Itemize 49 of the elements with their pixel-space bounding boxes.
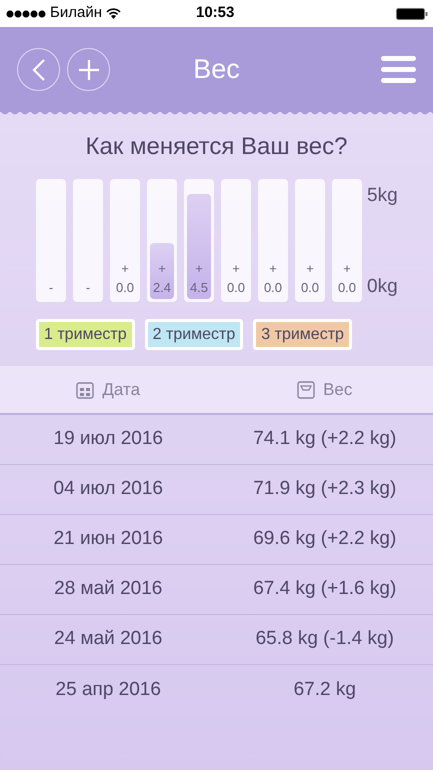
back-button[interactable] <box>17 48 60 91</box>
value-label: - <box>48 279 54 297</box>
calendar-icon <box>76 380 94 398</box>
column-header: Дата <box>102 378 140 401</box>
value-sign: + <box>195 260 203 278</box>
back-icon <box>32 58 46 82</box>
table-cell-text: 65.8 kg (-1.4 kg) <box>254 627 395 652</box>
table-cell-text: 67.2 kg <box>292 678 357 702</box>
table-cell-text: 71.9 kg (+2.3 kg) <box>252 477 398 502</box>
value-label: 0.0 <box>300 279 320 297</box>
battery-icon <box>396 8 428 20</box>
value-label: - <box>86 279 90 297</box>
page-title: Вес <box>193 53 240 86</box>
trimester-tag: 2 триместр <box>144 319 244 350</box>
table-cell-text: 69.6 kg (+2.2 kg) <box>252 527 398 552</box>
axis-label: 0kg <box>367 274 398 298</box>
table-cell-text: 24 май 2016 <box>53 627 164 652</box>
table-cell-text: 21 июн 2016 <box>52 527 164 552</box>
value-sign: + <box>158 260 166 278</box>
value-label: 0.0 <box>338 279 356 297</box>
value-sign: + <box>306 260 314 278</box>
value-label: 2.4 <box>152 279 172 297</box>
trimester-tag: 3 триместр <box>253 319 352 350</box>
table-cell-text: 25 апр 2016 <box>54 678 162 702</box>
add-button[interactable] <box>67 48 110 91</box>
table-cell-text: 67.4 kg (+1.6 kg) <box>252 577 398 602</box>
value-label: 0.0 <box>264 279 282 297</box>
table-cell-text: 28 май 2016 <box>53 577 164 602</box>
value-label: 0.0 <box>116 279 134 297</box>
table-cell-text: 74.1 kg (+2.2 kg) <box>252 427 398 452</box>
value-label: 4.5 <box>190 279 208 297</box>
table-cell-text: 04 июл 2016 <box>52 477 164 502</box>
axis-label: 5kg <box>367 184 398 208</box>
scale-icon <box>297 380 316 398</box>
trimester-tag: 1 триместр <box>36 319 135 350</box>
wifi-icon <box>106 8 121 19</box>
menu-button[interactable] <box>381 56 416 83</box>
value-sign: + <box>269 260 277 278</box>
value-label: 0.0 <box>226 279 246 297</box>
value-sign: + <box>121 260 129 278</box>
column-header: Вес <box>323 378 352 401</box>
chart-title: Как меняется Ваш вес? <box>86 132 348 162</box>
value-sign: + <box>232 260 240 278</box>
signal-icon <box>6 10 46 18</box>
value-sign: + <box>343 260 351 278</box>
status-time: 10:53 <box>196 3 234 24</box>
table-cell-text: 19 июл 2016 <box>52 427 164 452</box>
plus-icon <box>76 58 100 82</box>
carrier-name: Билайн <box>50 3 102 24</box>
